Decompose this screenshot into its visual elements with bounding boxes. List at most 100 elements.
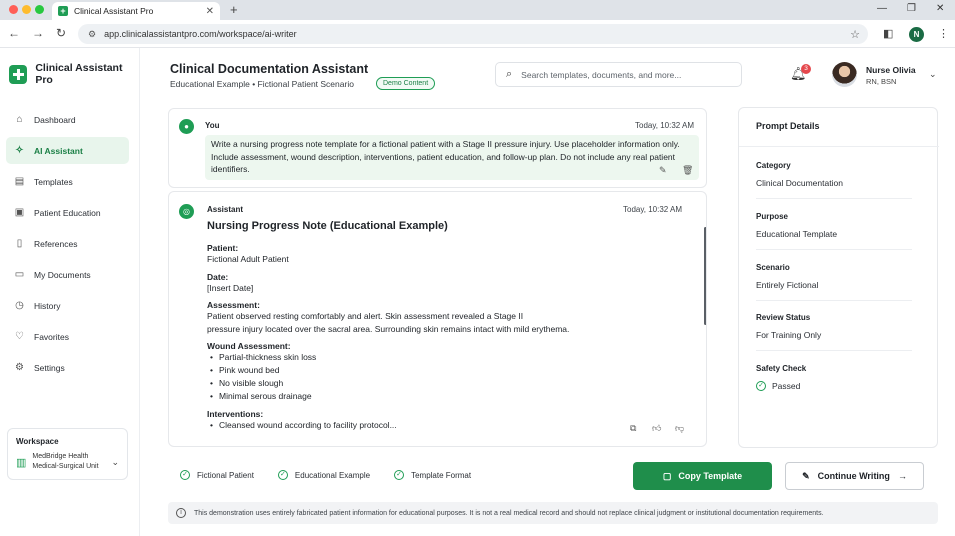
back-arrow-icon[interactable]: ← — [8, 26, 20, 40]
divider — [756, 350, 912, 351]
thumbs-down-icon[interactable]: 👎︎ — [675, 423, 684, 434]
site-info-icon[interactable]: ⚙ — [88, 29, 96, 40]
wound-assessment-label: Wound Assessment: — [207, 341, 291, 351]
url-text: app.clinicalassistantpro.com/workspace/a… — [104, 29, 297, 39]
favicon-icon: + — [58, 6, 68, 16]
brand-name: Clinical Assistant Pro — [35, 62, 123, 86]
safety-status: ✓ Passed — [756, 381, 926, 391]
search-input[interactable] — [521, 69, 741, 80]
pencil-icon: ✎ — [802, 470, 810, 481]
book-icon: ▯ — [16, 238, 23, 249]
sparkle-icon: ✧ — [15, 145, 24, 156]
thumbs-up-icon[interactable]: 👍︎ — [652, 423, 661, 434]
sidebar-item-ai-assistant[interactable]: ✧ AI Assistant — [6, 137, 129, 164]
sidebar-item-history[interactable]: ◷ History — [6, 292, 129, 319]
message-timestamp: Today, 10:32 AM — [623, 205, 682, 214]
sidebar-item-settings[interactable]: ⚙ Settings — [6, 354, 129, 381]
medical-cross-logo-icon — [9, 64, 28, 84]
detail-review-status: Review Status For Training Only — [756, 313, 926, 351]
assessment-line: Patient observed resting comfortably and… — [207, 311, 524, 321]
patient-label: Patient: — [207, 243, 239, 253]
window-close-icon[interactable]: ✕ — [936, 3, 944, 14]
minimize-window-dot[interactable] — [22, 5, 31, 14]
side-panel-icon[interactable]: ◧ — [883, 27, 893, 40]
browser-menu-icon[interactable]: ⋮ — [938, 27, 949, 40]
check-circle-icon: ✓ — [394, 470, 405, 480]
page-title: Clinical Documentation Assistant — [170, 62, 369, 76]
sidebar-item-templates[interactable]: ▤ Templates — [6, 168, 129, 195]
gear-icon: ⚙ — [15, 362, 24, 373]
bookmark-star-icon[interactable]: ☆ — [850, 28, 868, 41]
safety-status-text: Passed — [772, 381, 801, 391]
detail-value: Clinical Documentation — [756, 178, 843, 188]
list-item: Pink wound bed — [207, 364, 687, 377]
user-menu-chevron-icon[interactable]: ⌄ — [929, 69, 937, 80]
tag-label: Educational Example — [294, 470, 371, 480]
date-value: [Insert Date] — [207, 282, 254, 293]
workspace-switcher[interactable]: Workspace ▥ MedBridge Health Medical-Sur… — [7, 428, 128, 480]
sidebar-item-dashboard[interactable]: ⌂ Dashboard — [6, 106, 129, 133]
sidebar-item-favorites[interactable]: ♡ Favorites — [6, 323, 129, 350]
chevron-down-icon: ⌄ — [111, 456, 119, 467]
trash-icon[interactable]: 🗑︎ — [682, 165, 693, 176]
close-window-dot[interactable] — [9, 5, 18, 14]
divider — [739, 146, 939, 147]
address-bar[interactable]: ⚙ app.clinicalassistantpro.com/workspace… — [78, 24, 868, 44]
brand[interactable]: Clinical Assistant Pro — [9, 62, 139, 86]
continue-writing-button[interactable]: ✎ Continue Writing → — [785, 462, 924, 490]
clipboard-icon: ▢ — [662, 470, 672, 481]
edit-icon[interactable]: ✎ — [659, 165, 667, 176]
search-box[interactable]: ⌕ — [495, 62, 742, 87]
date-label: Date: — [207, 271, 229, 282]
detail-category: Category Clinical Documentation — [756, 161, 926, 199]
detail-label: Safety Check — [756, 364, 807, 373]
detail-label: Purpose — [756, 212, 789, 221]
copy-template-button[interactable]: ▢ Copy Template — [633, 462, 772, 490]
interventions-list: Cleansed wound according to facility pro… — [207, 419, 687, 432]
user-message-card: ● You Today, 10:32 AM Write a nursing pr… — [168, 108, 707, 188]
response-scrollbar[interactable] — [704, 227, 706, 325]
user-prompt-text: Write a nursing progress note template f… — [205, 135, 699, 180]
sidebar-item-my-documents[interactable]: ▭ My Documents — [6, 261, 129, 288]
tab-title: Clinical Assistant Pro — [74, 6, 154, 16]
user-name: Nurse Olivia — [866, 65, 916, 75]
detail-label: Category — [756, 161, 791, 170]
browser-profile-avatar[interactable]: N — [909, 27, 924, 42]
maximize-window-dot[interactable] — [35, 5, 44, 14]
new-tab-icon[interactable]: + — [230, 2, 238, 17]
reload-icon[interactable]: ↻ — [56, 26, 66, 40]
browser-tab[interactable]: + Clinical Assistant Pro ✕ — [52, 2, 220, 20]
sidebar: Clinical Assistant Pro ⌂ Dashboard ✧ AI … — [0, 48, 140, 536]
patient-value: Fictional Adult Patient — [207, 254, 289, 264]
page-header: Clinical Documentation Assistant Educati… — [170, 62, 368, 89]
user-avatar[interactable] — [832, 62, 857, 87]
sidebar-item-patient-education[interactable]: ▣ Patient Education — [6, 199, 129, 226]
clock-icon: ◷ — [15, 300, 24, 311]
detail-value: Educational Template — [756, 229, 838, 239]
tab-close-icon[interactable]: ✕ — [206, 6, 214, 17]
copy-icon[interactable]: ⧉ — [630, 423, 636, 434]
workspace-unit: Medical-Surgical Unit — [32, 463, 99, 470]
check-circle-icon: ✓ — [756, 381, 766, 391]
search-icon: ⌕ — [506, 68, 513, 80]
assessment-label: Assessment: — [207, 300, 260, 310]
heart-icon: ♡ — [15, 331, 24, 342]
list-item: Cleansed wound according to facility pro… — [207, 419, 687, 432]
window-restore-icon[interactable]: ❐ — [907, 3, 916, 14]
forward-arrow-icon[interactable]: → — [32, 26, 44, 40]
message-timestamp: Today, 10:32 AM — [635, 121, 694, 130]
sidebar-item-references[interactable]: ▯ References — [6, 230, 129, 257]
file-icon: ▭ — [14, 269, 25, 280]
tag-template-format: ✓ Template Format — [394, 470, 471, 480]
sidebar-item-label: Dashboard — [34, 114, 76, 125]
divider — [756, 198, 912, 199]
detail-label: Scenario — [756, 263, 790, 272]
sidebar-nav: ⌂ Dashboard ✧ AI Assistant ▤ Templates ▣… — [6, 106, 129, 385]
detail-label: Review Status — [756, 313, 811, 322]
workspace-label: Workspace — [16, 437, 59, 446]
prompt-details-heading: Prompt Details — [756, 121, 820, 131]
sidebar-item-label: AI Assistant — [34, 145, 83, 156]
document-icon: ▤ — [14, 176, 25, 187]
window-minimize-icon[interactable]: — — [877, 3, 887, 14]
assessment-text: Patient observed resting comfortably and… — [207, 310, 687, 335]
